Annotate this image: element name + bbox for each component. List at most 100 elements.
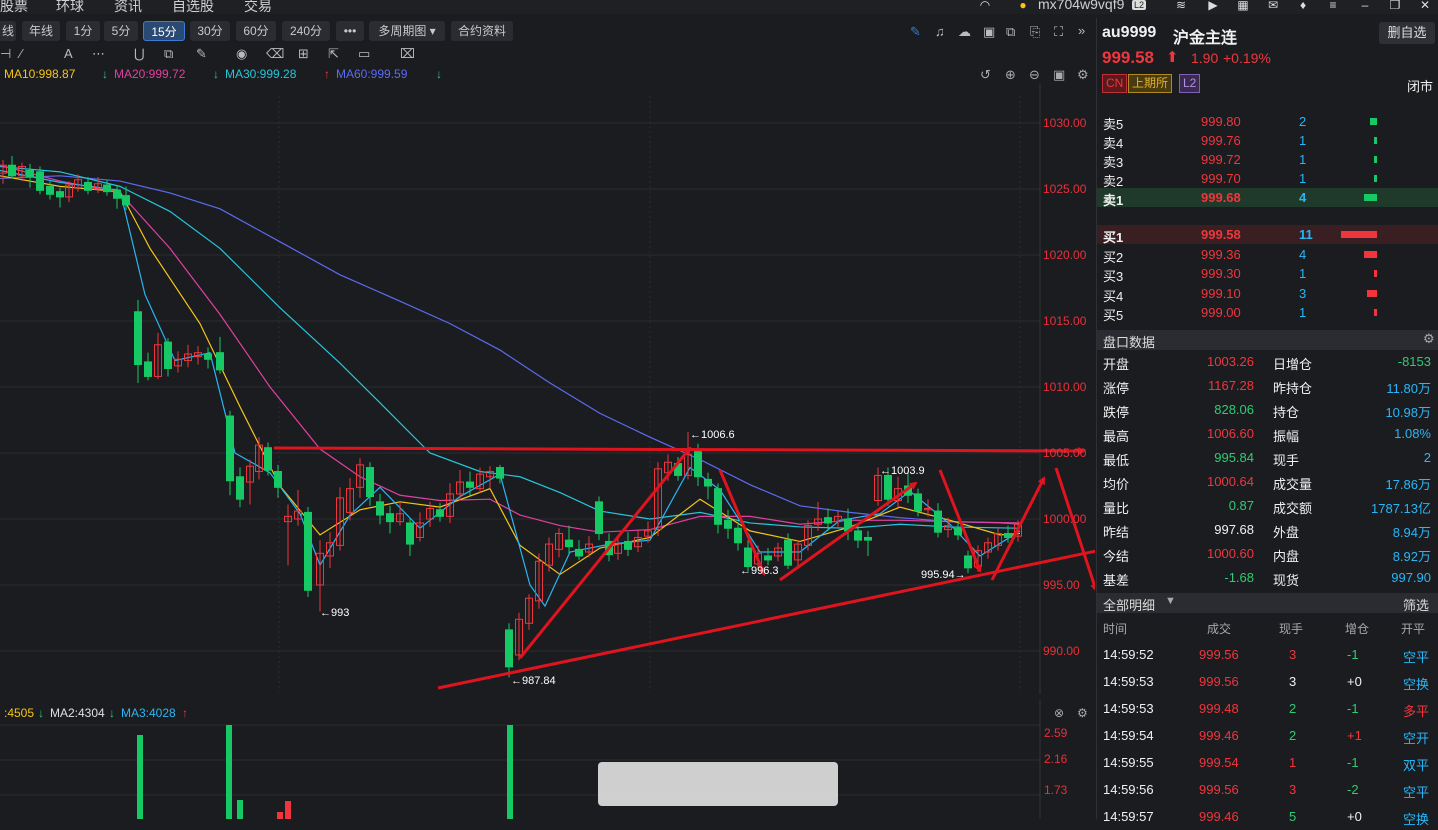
play-icon[interactable]: ▶ (1206, 0, 1220, 11)
market-data-value: 1787.13亿 (1371, 501, 1431, 516)
ask-row[interactable]: 卖3 999.72 1 (1097, 150, 1438, 170)
period-button[interactable]: 30分 (190, 21, 230, 41)
avatar[interactable]: ● (1016, 0, 1030, 11)
menu-icon[interactable]: ≡ (1326, 0, 1340, 11)
zoom-in-icon[interactable]: ⊕ (1005, 67, 1016, 83)
candle-body (565, 539, 573, 548)
volume-bar (285, 801, 291, 819)
period-button[interactable]: 60分 (236, 21, 276, 41)
trade-row[interactable]: 14:59:57 999.46 5 +0 空换 (1097, 804, 1438, 830)
period-button[interactable]: 1分 (66, 21, 100, 41)
mail-icon[interactable]: ✉ (1266, 0, 1280, 11)
close-icon[interactable]: ✕ (1418, 0, 1432, 11)
chat-icon[interactable]: ◠ (978, 0, 992, 11)
more-tools-icon[interactable]: ⋯ (92, 46, 105, 62)
level-price: 999.10 (1201, 285, 1241, 301)
zoom-out-icon[interactable]: ⊖ (1029, 67, 1040, 83)
trade-row[interactable]: 14:59:54 999.46 2 +1 空开 (1097, 723, 1438, 749)
eraser-icon[interactable]: ⌧ (400, 46, 415, 62)
ask-row[interactable]: 卖4 999.76 1 (1097, 131, 1438, 151)
contract-info-button[interactable]: 合约资料 (451, 21, 513, 41)
clone-icon[interactable]: ⧉ (164, 46, 173, 62)
nav-news[interactable]: 资讯 (114, 0, 142, 14)
pencil-icon[interactable]: ✎ (196, 46, 207, 62)
remove-watchlist-button[interactable]: 删自选 (1379, 22, 1435, 44)
more-periods-button[interactable]: ••• (336, 21, 364, 41)
ask-row[interactable]: 卖1 999.68 4 (1097, 188, 1438, 208)
cloud-icon[interactable]: ☁ (958, 24, 971, 40)
nav-watchlist[interactable]: 自选股 (172, 0, 214, 14)
candle-body (122, 195, 130, 206)
period-button[interactable]: 240分 (282, 21, 330, 41)
period-button-active[interactable]: 15分 (143, 21, 185, 41)
trade-volume: 3 (1289, 674, 1297, 689)
trade-row[interactable]: 14:59:53 999.56 3 +0 空换 (1097, 669, 1438, 695)
candle-body (113, 189, 121, 199)
volume-chart[interactable]: 2.59 2.16 1.73 (0, 700, 1095, 819)
trash-icon[interactable]: ⌫ (266, 46, 284, 62)
price-annotations: ←1006.6 ←1003.9 ←993 ←987.84 ←996.3 995.… (320, 429, 966, 687)
ma30-arrow-icon: ↓ (213, 67, 219, 81)
copy-icon[interactable]: ⎘ (1030, 24, 1040, 40)
candle-body (264, 447, 272, 471)
bid-row[interactable]: 买2 999.36 4 (1097, 245, 1438, 265)
period-button[interactable]: 线 (0, 21, 16, 41)
trade-row[interactable]: 14:59:56 999.56 3 -2 空平 (1097, 777, 1438, 803)
candle-body (496, 467, 504, 479)
cursor-icon[interactable]: ⊣ (0, 46, 11, 62)
minimize-icon[interactable]: – (1358, 0, 1372, 11)
layers-icon[interactable]: ≋ (1174, 0, 1188, 11)
market-data-value: 995.84 (1214, 450, 1254, 465)
layout-icon[interactable]: ⧉ (1006, 24, 1015, 40)
account-name[interactable]: mx704w9vqf9 (1038, 0, 1124, 12)
fullscreen-icon[interactable]: ⛶ (1054, 24, 1063, 40)
market-data-value: -8153 (1397, 354, 1431, 369)
draw-pen-icon[interactable]: ✎ (910, 24, 921, 40)
multi-period-dropdown[interactable]: 多周期图 ▾ (369, 21, 445, 41)
settings-icon[interactable]: ⚙ (1077, 67, 1089, 83)
candlestick-chart[interactable]: ←1006.6 ←1003.9 ←993 ←987.84 ←996.3 995.… (0, 84, 1095, 694)
trade-time: 14:59:57 (1103, 809, 1154, 824)
bid-row[interactable]: 买3 999.30 1 (1097, 264, 1438, 284)
magnet-icon[interactable]: ⋃ (134, 46, 145, 62)
bid-row[interactable]: 买5 999.00 1 (1097, 303, 1438, 323)
trade-row[interactable]: 14:59:53 999.48 2 -1 多平 (1097, 696, 1438, 722)
restore-icon[interactable]: ❐ (1388, 0, 1402, 11)
camera-icon[interactable]: ▣ (983, 24, 995, 40)
ma60-value: MA60:999.59 (336, 67, 408, 81)
comment-icon[interactable]: ▭ (358, 46, 370, 62)
bid-row[interactable]: 买1 999.58 11 (1097, 225, 1438, 245)
line-tool-icon[interactable]: ∕ (20, 46, 22, 61)
candle-body (884, 474, 892, 500)
ma-arrow-icon: ↓ (436, 67, 442, 81)
apps-icon[interactable]: ⊞ (298, 46, 309, 62)
nav-stocks[interactable]: 股票 (0, 0, 28, 14)
level-price: 999.36 (1201, 246, 1241, 262)
bid-row[interactable]: 买4 999.10 3 (1097, 284, 1438, 304)
export-icon[interactable]: ⇱ (328, 46, 339, 62)
trade-row[interactable]: 14:59:55 999.54 1 -1 双平 (1097, 750, 1438, 776)
period-button[interactable]: 5分 (104, 21, 138, 41)
bell-icon[interactable]: ♦ (1296, 0, 1310, 11)
trades-column-header: 开平 (1401, 622, 1426, 636)
reset-icon[interactable]: ▣ (1053, 67, 1065, 83)
text-tool-icon[interactable]: A (64, 46, 73, 61)
filter-button[interactable]: 筛选 (1403, 595, 1429, 614)
chevron-down-icon[interactable]: ▼ (1165, 595, 1176, 607)
ask-row[interactable]: 卖5 999.80 2 (1097, 112, 1438, 132)
collapse-panel-icon[interactable]: » (1078, 23, 1085, 38)
grid-icon[interactable]: ▦ (1236, 0, 1250, 11)
nav-global[interactable]: 环球 (56, 0, 84, 14)
nav-trade[interactable]: 交易 (244, 0, 272, 14)
market-data-label: 昨持仓 (1273, 381, 1313, 396)
undo-icon[interactable]: ↺ (980, 67, 991, 83)
ask-row[interactable]: 卖2 999.70 1 (1097, 169, 1438, 189)
candle-body (694, 451, 702, 478)
qty-bar (1374, 309, 1377, 316)
gear-icon[interactable]: ⚙ (1423, 331, 1435, 347)
alert-icon[interactable]: ♫ (935, 24, 945, 39)
period-button[interactable]: 年线 (22, 21, 60, 41)
eye-icon[interactable]: ◉ (236, 46, 247, 62)
qty-bar (1374, 270, 1377, 277)
trade-row[interactable]: 14:59:52 999.56 3 -1 空平 (1097, 642, 1438, 668)
